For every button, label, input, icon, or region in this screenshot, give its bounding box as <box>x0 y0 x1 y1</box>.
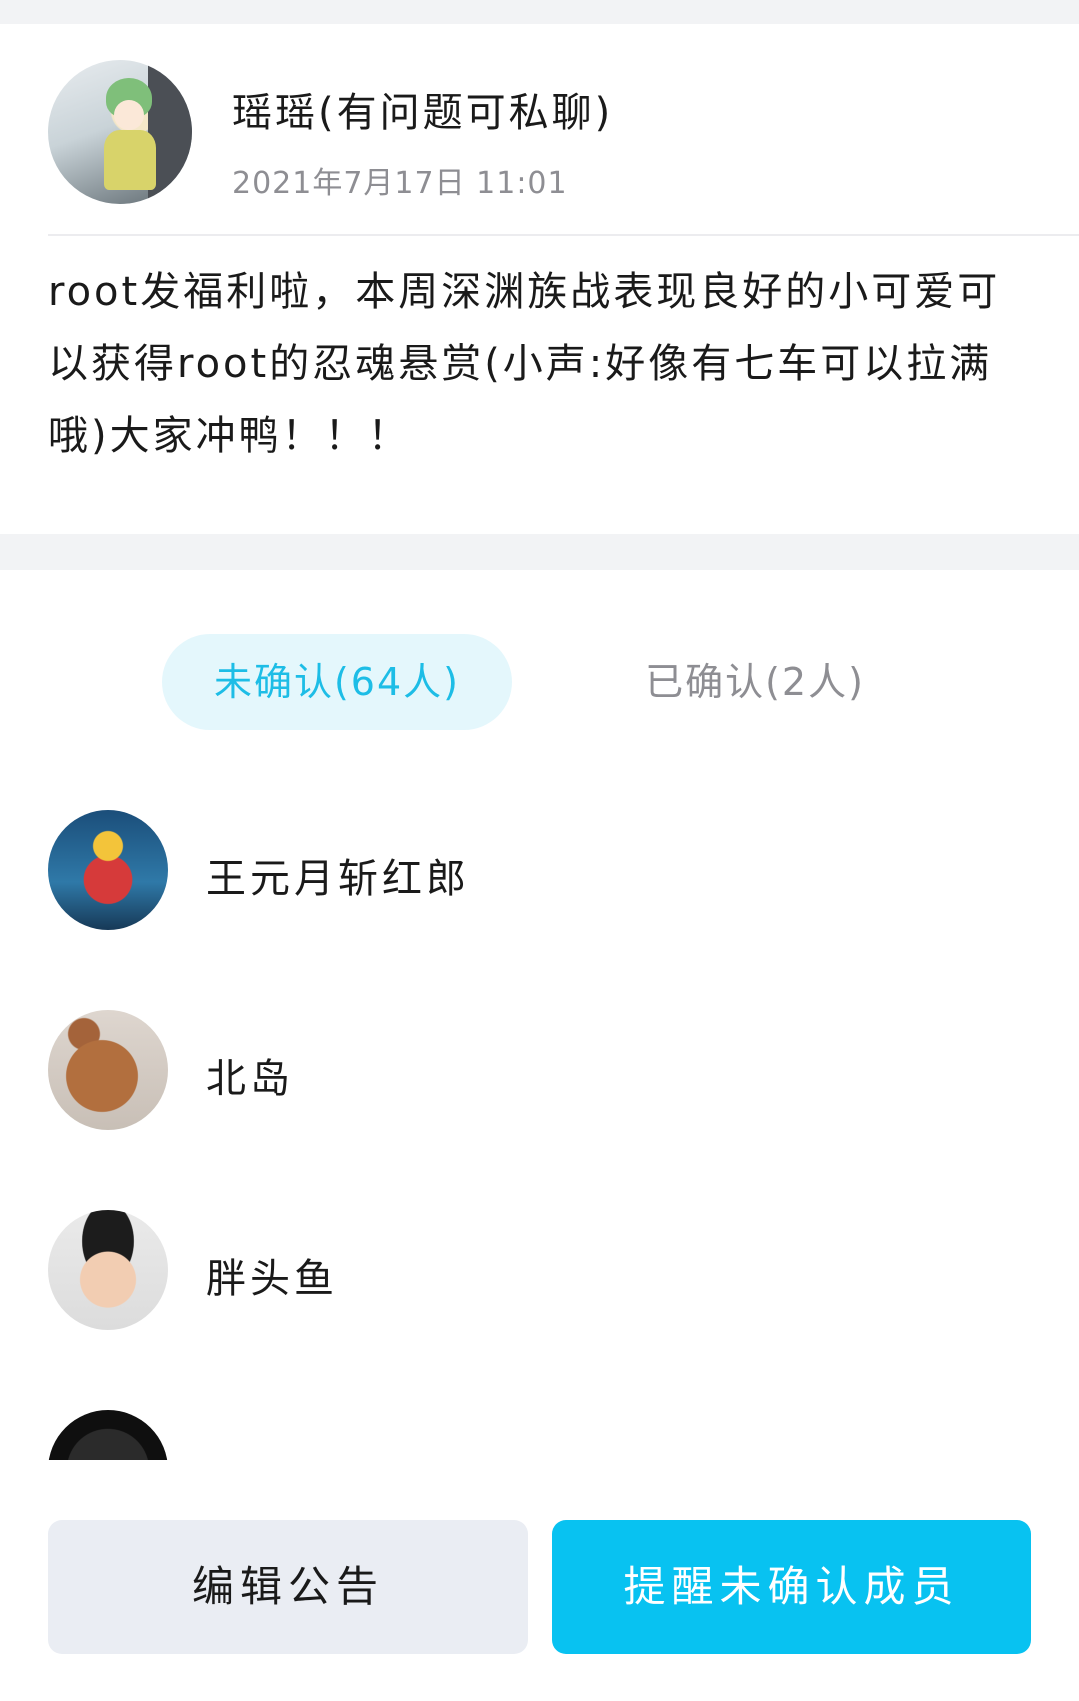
author-row: 瑶瑶(有问题可私聊) 2021年7月17日 11:01 <box>48 60 1048 208</box>
post-timestamp: 2021年7月17日 11:01 <box>232 166 568 201</box>
remind-unconfirmed-button[interactable]: 提醒未确认成员 <box>552 1520 1031 1654</box>
list-item[interactable]: 北岛 <box>0 1010 1079 1130</box>
author-avatar[interactable] <box>48 60 192 204</box>
list-item[interactable] <box>0 1410 1079 1460</box>
member-name: 北岛 <box>206 1056 294 1102</box>
dark-avatar <box>48 1410 168 1460</box>
member-name: 胖头鱼 <box>206 1256 338 1302</box>
list-item[interactable]: 王元月斩红郎 <box>0 810 1079 930</box>
baby-avatar <box>48 1210 168 1330</box>
ultraman-avatar <box>48 810 168 930</box>
confirmation-tabs: 未确认(64人) 已确认(2人) <box>0 634 1079 734</box>
list-item[interactable]: 胖头鱼 <box>0 1210 1079 1330</box>
tab-confirmed[interactable]: 已确认(2人) <box>580 634 930 730</box>
avatar-face-shape <box>114 100 144 130</box>
divider <box>48 234 1079 236</box>
member-name: 王元月斩红郎 <box>206 856 470 902</box>
rabbit-avatar <box>48 1010 168 1130</box>
avatar-dress-shape <box>104 130 156 190</box>
edit-announcement-button[interactable]: 编辑公告 <box>48 1520 528 1654</box>
member-list[interactable]: 王元月斩红郎 北岛 胖头鱼 <box>0 810 1079 1460</box>
announcement-card: 瑶瑶(有问题可私聊) 2021年7月17日 11:01 root发福利啦，本周深… <box>0 24 1079 534</box>
announcement-content: root发福利啦，本周深渊族战表现良好的小可爱可以获得root的忍魂悬赏(小声:… <box>48 269 1001 459</box>
tab-unconfirmed[interactable]: 未确认(64人) <box>162 634 512 730</box>
author-name[interactable]: 瑶瑶(有问题可私聊) <box>232 80 613 138</box>
